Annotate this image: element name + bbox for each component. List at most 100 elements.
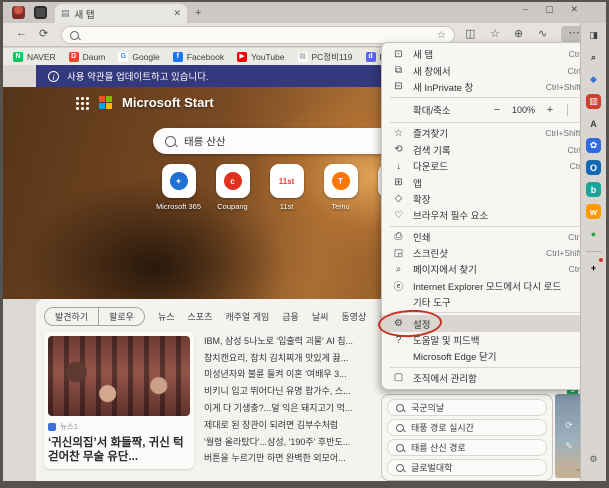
quick-link-temu[interactable]: T Temu: [320, 164, 361, 211]
microsoft365-icon: ✦: [170, 172, 188, 190]
tab-sports[interactable]: 스포츠: [188, 310, 213, 323]
favorite-star-icon[interactable]: ☆: [437, 30, 446, 41]
globe-icon[interactable]: ●: [586, 226, 601, 241]
browser-window: ▤ 새 탭 ✕ + – ▢ ✕ ← ⟳ ☆ ◫ ☆ ⊕ ∿ ⋯ ◧ NNAVER…: [3, 2, 606, 481]
menu-item-managed-by-org[interactable]: ▢조직에서 관리함: [382, 370, 602, 386]
start-header: Microsoft Start: [75, 95, 214, 110]
suggestion-item[interactable]: 태릉 산신 경로: [387, 439, 547, 456]
bing-icon[interactable]: b: [586, 182, 601, 197]
panel-toggle-icon[interactable]: ◨: [586, 28, 601, 43]
temu-icon: T: [332, 172, 350, 190]
new-tab-button[interactable]: +: [195, 7, 201, 19]
browser-essentials-icon[interactable]: ∿: [538, 27, 547, 40]
favorites-icon[interactable]: ☆: [490, 27, 500, 40]
tab-close-icon[interactable]: ✕: [173, 8, 181, 19]
suggestion-item[interactable]: 태풍 경로 실시간: [387, 419, 547, 436]
banner-text: 사용 약관을 업데이트하고 있습니다.: [67, 69, 209, 83]
search-icon: [396, 444, 404, 452]
quick-links: ✦ Microsoft 365 c Coupang 11st 11st T Te…: [158, 164, 415, 211]
11st-icon: 11st: [277, 172, 297, 190]
quick-link-11st[interactable]: 11st 11st: [266, 164, 307, 211]
quick-link-microsoft365[interactable]: ✦ Microsoft 365: [158, 164, 199, 211]
google-icon: G: [118, 52, 128, 62]
edge-sidebar: ◨ ⌕ ◆ ▥ A ✿ O b w ● + ⚙: [580, 23, 606, 481]
bookmark-youtube[interactable]: ▶YouTube: [237, 52, 284, 62]
titlebar: ▤ 새 탭 ✕ + – ▢ ✕: [3, 2, 606, 23]
close-button[interactable]: ✕: [570, 4, 578, 15]
menu-item-extensions[interactable]: ◇확장: [382, 191, 602, 207]
zoom-level: 100%: [512, 105, 535, 115]
menu-item-browser-essentials[interactable]: ♡브라우저 필수 요소: [382, 207, 602, 223]
add-sidebar-app-button[interactable]: +: [586, 260, 601, 275]
menu-item-help-feedback[interactable]: ?도움말 및 피드백▸: [382, 332, 602, 348]
briefcase-icon: ▢: [392, 372, 405, 383]
menu-item-find[interactable]: ⌕페이지에서 찾기Ctrl+F: [382, 261, 602, 277]
bookmark-naver[interactable]: NNAVER: [13, 52, 56, 62]
browser-tab[interactable]: ▤ 새 탭 ✕: [55, 4, 187, 23]
person-icon: [12, 6, 25, 19]
edge-settings-menu: ⊡새 탭Ctrl+T ⧉새 창에서Ctrl+N ⊟새 InPrivate 창Ct…: [381, 42, 603, 390]
tab-video[interactable]: 동영상: [341, 310, 366, 323]
news-source-icon: [48, 423, 56, 431]
menu-item-favorites[interactable]: ☆즐겨찾기Ctrl+Shift+O: [382, 125, 602, 141]
collections-icon[interactable]: ⊕: [514, 27, 523, 40]
news-card-headline[interactable]: ‘귀신의집’서 화들짝, 귀신 턱 걷어찬 무술 유단...: [48, 436, 190, 465]
extensions-icon: ◇: [392, 193, 405, 204]
refresh-icon[interactable]: ⟳: [39, 27, 48, 40]
menu-item-inprivate[interactable]: ⊟새 InPrivate 창Ctrl+Shift+N: [382, 79, 602, 95]
menu-item-new-window[interactable]: ⧉새 창에서Ctrl+N: [382, 62, 602, 78]
edit-wallpaper-icon[interactable]: ✎: [565, 441, 573, 452]
new-window-icon: ⧉: [392, 65, 405, 76]
new-tab-icon: ⊡: [392, 49, 405, 60]
menu-item-downloads[interactable]: ↓다운로드Ctrl+J: [382, 158, 602, 174]
news-card[interactable]: 뉴스1 ‘귀신의집’서 화들짝, 귀신 턱 걷어찬 무술 유단...: [44, 332, 194, 469]
history-icon: ⟲: [392, 144, 405, 155]
menu-item-apps[interactable]: ⊞앱▸: [382, 174, 602, 190]
menu-item-new-tab[interactable]: ⊡새 탭Ctrl+T: [382, 46, 602, 62]
bookmark-pc119[interactable]: ▤PC정비119: [298, 51, 353, 63]
shopping-icon[interactable]: ▥: [586, 94, 601, 109]
menu-item-screenshot[interactable]: ◲스크린샷Ctrl+Shift+S: [382, 245, 602, 261]
tools-icon[interactable]: ✿: [586, 138, 601, 153]
zoom-out-button[interactable]: −: [490, 104, 504, 116]
tab-follow[interactable]: 팔로우: [98, 308, 144, 325]
minimize-button[interactable]: –: [523, 4, 528, 15]
suggestion-item[interactable]: 국군의날: [387, 399, 547, 416]
suggestion-item[interactable]: 글로벌대학: [387, 459, 547, 476]
outlook-icon[interactable]: O: [586, 160, 601, 175]
quick-link-coupang[interactable]: c Coupang: [212, 164, 253, 211]
split-screen-icon[interactable]: ◫: [465, 27, 475, 40]
tab-discover[interactable]: 발견하기: [45, 308, 98, 325]
search-icon[interactable]: ⌕: [586, 50, 601, 65]
refresh-wallpaper-icon[interactable]: ⟳: [565, 420, 573, 431]
menu-item-history[interactable]: ⟲검색 기록Ctrl+H: [382, 142, 602, 158]
bookmark-facebook[interactable]: fFacebook: [173, 52, 224, 62]
zoom-in-button[interactable]: +: [543, 104, 557, 116]
menu-item-print[interactable]: ⎙인쇄Ctrl+P: [382, 229, 602, 245]
inprivate-icon: ⊟: [392, 81, 405, 92]
star-icon: ☆: [392, 128, 405, 139]
copilot-icon[interactable]: ◆: [586, 72, 601, 87]
download-icon: ↓: [392, 161, 405, 172]
tab-finance[interactable]: 금융: [282, 310, 299, 323]
w-app-icon[interactable]: w: [586, 204, 601, 219]
apps-grid-icon[interactable]: [75, 96, 89, 110]
back-icon[interactable]: ←: [16, 27, 27, 39]
tab-weather[interactable]: 날씨: [312, 310, 329, 323]
menu-item-settings[interactable]: ⚙ 설정: [382, 315, 602, 331]
bookmark-google[interactable]: GGoogle: [118, 52, 159, 62]
monitor-icon: [34, 6, 47, 19]
sidebar-settings-gear-icon[interactable]: ⚙: [586, 452, 601, 467]
menu-item-ie-mode[interactable]: ⓔInternet Explorer 모드에서 다시 로드: [382, 278, 602, 294]
daum-icon: D: [69, 52, 79, 62]
menu-item-more-tools[interactable]: 기타 도구▸: [382, 294, 602, 310]
brand-title: Microsoft Start: [122, 95, 214, 110]
tab-casual-games[interactable]: 캐주얼 게임: [225, 310, 269, 323]
apps-icon: ⊞: [392, 177, 405, 188]
bookmark-daum[interactable]: DDaum: [69, 52, 106, 62]
maximize-button[interactable]: ▢: [545, 4, 554, 15]
news-thumbnail: [48, 336, 190, 416]
tab-news[interactable]: 뉴스: [158, 310, 175, 323]
translate-icon[interactable]: A: [586, 116, 601, 131]
menu-item-close-edge[interactable]: Microsoft Edge 닫기: [382, 348, 602, 364]
